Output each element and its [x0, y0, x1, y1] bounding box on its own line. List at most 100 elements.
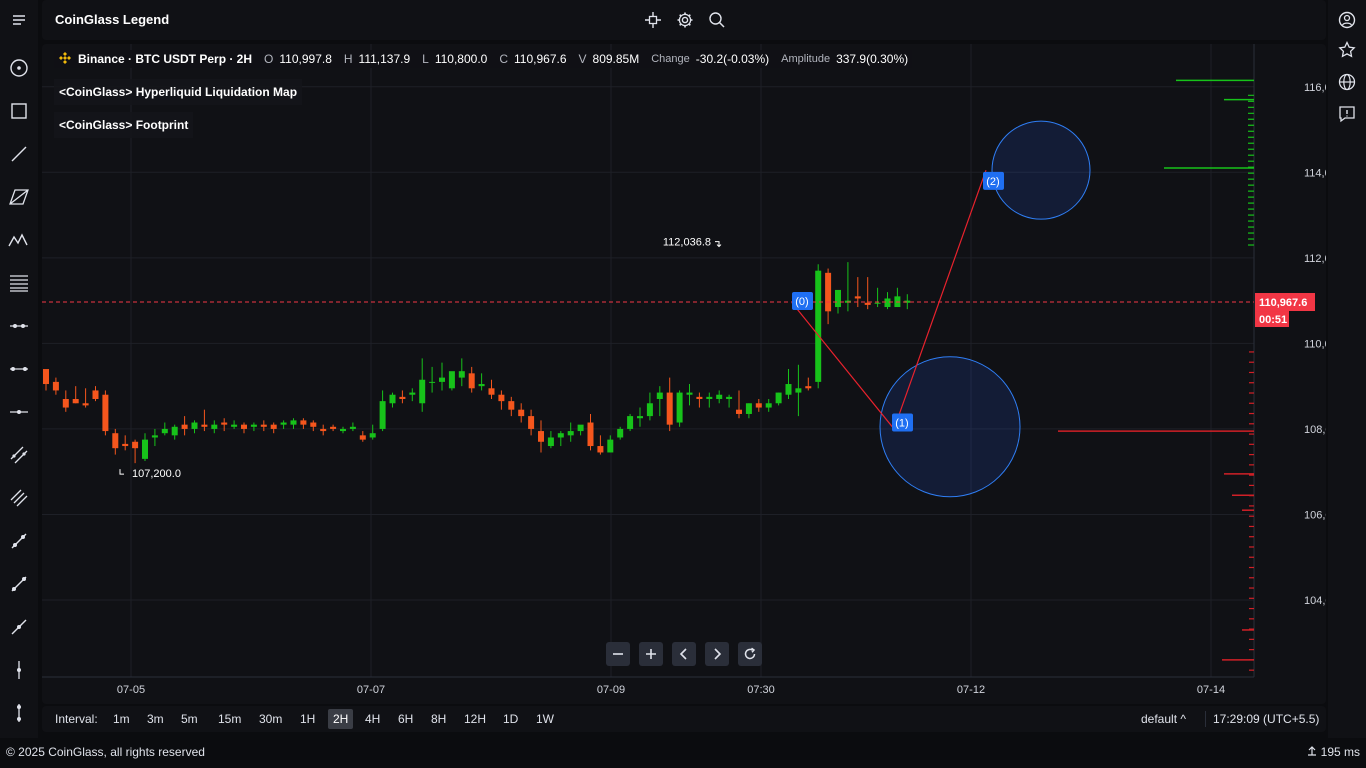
drawing-tools-icon[interactable]: [643, 10, 663, 30]
arrow-icon[interactable]: [7, 615, 31, 639]
crosshair-icon[interactable]: [7, 56, 31, 80]
user-icon[interactable]: [1335, 8, 1359, 32]
star-icon[interactable]: [1335, 38, 1359, 62]
candle-body: [795, 388, 802, 393]
settings-gear-icon[interactable]: [675, 10, 695, 30]
amplitude-label: Amplitude: [781, 53, 831, 65]
candle-body: [815, 270, 822, 382]
rectangle-icon[interactable]: [7, 99, 31, 123]
binance-logo-icon: [58, 51, 72, 68]
interval-30m[interactable]: 30m: [254, 709, 287, 729]
drawing-toolbar: [0, 0, 38, 738]
candle-body: [389, 394, 396, 404]
high-arrow-icon: [715, 241, 722, 248]
indicator-footprint[interactable]: <CoinGlass> Footprint: [54, 112, 194, 138]
reset-chart-button[interactable]: [738, 642, 762, 666]
interval-2h[interactable]: 2H: [328, 709, 354, 729]
candle-body: [676, 392, 683, 423]
candle-body: [43, 369, 49, 385]
high-label: H: [343, 52, 353, 66]
vertical-line-icon[interactable]: [7, 658, 31, 682]
candle-body: [92, 390, 99, 399]
x-axis-tick-label: 07-09: [597, 684, 625, 696]
candle-body: [726, 396, 733, 399]
top-bar: CoinGlass Legend: [42, 0, 1326, 40]
interval-5m[interactable]: 5m: [176, 709, 203, 729]
candle-body: [181, 424, 188, 429]
amplitude-value: 337.9(0.30%): [836, 52, 909, 66]
right-sidebar: [1328, 0, 1366, 738]
scroll-left-button[interactable]: [672, 642, 696, 666]
y-axis-tick-label: 104,000.0: [1304, 595, 1326, 607]
layout-selector[interactable]: default ^: [1141, 712, 1186, 726]
interval-1w[interactable]: 1W: [531, 709, 559, 729]
globe-icon[interactable]: [1335, 70, 1359, 94]
candle-body: [241, 424, 247, 429]
last-price-label: 110,967.6: [1259, 297, 1307, 309]
candle-body: [587, 422, 594, 447]
ray-icon[interactable]: [7, 314, 31, 338]
cross-line-icon[interactable]: [7, 701, 31, 725]
change-value: -30.2(-0.03%): [695, 52, 770, 66]
interval-3m[interactable]: 3m: [142, 709, 169, 729]
triangle-icon[interactable]: [7, 185, 31, 209]
candle-body: [884, 298, 891, 308]
divider: [1205, 711, 1206, 727]
candle-body: [528, 416, 535, 429]
interval-6h[interactable]: 6H: [393, 709, 418, 729]
candle-body: [765, 403, 772, 408]
menu-icon[interactable]: [7, 8, 31, 32]
marker-label-0: (0): [795, 296, 808, 308]
candle-body: [567, 431, 574, 436]
marker-label-1: (1): [895, 418, 908, 430]
x-axis-tick-label: 07-14: [1197, 684, 1225, 696]
interval-1m[interactable]: 1m: [108, 709, 135, 729]
candle-body: [310, 422, 317, 427]
interval-label: Interval:: [55, 712, 98, 726]
candle-body: [538, 431, 544, 442]
candle-body: [320, 428, 327, 432]
extended-line-icon[interactable]: [7, 572, 31, 596]
candle-body: [201, 424, 208, 427]
candle-body: [122, 443, 129, 447]
price-chart[interactable]: 116,000.0 114,000.0 112,000.0 110,000.0 108,…: [42, 44, 1326, 704]
interval-1h[interactable]: 1H: [295, 709, 320, 729]
change-label: Change: [651, 53, 690, 65]
indicator-liquidation-map[interactable]: <CoinGlass> Hyperliquid Liquidation Map: [54, 79, 303, 105]
info-line-icon[interactable]: [7, 529, 31, 553]
interval-15m[interactable]: 15m: [213, 709, 246, 729]
interval-4h[interactable]: 4H: [360, 709, 385, 729]
clock-timezone[interactable]: 17:29:09 (UTC+5.5): [1213, 712, 1319, 726]
candle-body: [260, 424, 267, 427]
zoom-in-button[interactable]: [639, 642, 663, 666]
feedback-icon[interactable]: [1335, 102, 1359, 126]
candle-body: [666, 392, 673, 425]
search-icon[interactable]: [707, 10, 727, 30]
y-axis-tick-label: 112,000.0: [1304, 253, 1326, 265]
app: CoinGlass Legend 116,000.0 114,000.0 112,0…: [0, 0, 1366, 768]
candle-body: [72, 398, 79, 404]
horizontal-ray-icon[interactable]: [7, 400, 31, 424]
chart-navigation: [606, 642, 762, 666]
y-axis-tick-label: 116,000.0: [1304, 82, 1326, 94]
pattern-icon[interactable]: [7, 228, 31, 252]
candle-body: [656, 392, 663, 399]
chart-panel[interactable]: 116,000.0 114,000.0 112,000.0 110,000.0 108,…: [42, 44, 1326, 704]
interval-8h[interactable]: 8H: [426, 709, 451, 729]
symbol-label[interactable]: Binance · BTC USDT Perp · 2H: [78, 52, 252, 66]
fib-retracement-icon[interactable]: [7, 271, 31, 295]
interval-12h[interactable]: 12H: [459, 709, 491, 729]
candle-body: [231, 424, 238, 427]
interval-1d[interactable]: 1D: [498, 709, 523, 729]
trend-line-icon[interactable]: [7, 142, 31, 166]
candle-body: [349, 426, 356, 429]
high-value: 111,137.9: [358, 52, 411, 66]
parallel-channel-icon[interactable]: [7, 443, 31, 467]
candle-body: [696, 396, 703, 399]
zoom-out-button[interactable]: [606, 642, 630, 666]
horizontal-line-icon[interactable]: [7, 357, 31, 381]
candle-body: [775, 392, 782, 404]
pitchfork-icon[interactable]: [7, 486, 31, 510]
scroll-right-button[interactable]: [705, 642, 729, 666]
candle-body: [745, 403, 752, 414]
